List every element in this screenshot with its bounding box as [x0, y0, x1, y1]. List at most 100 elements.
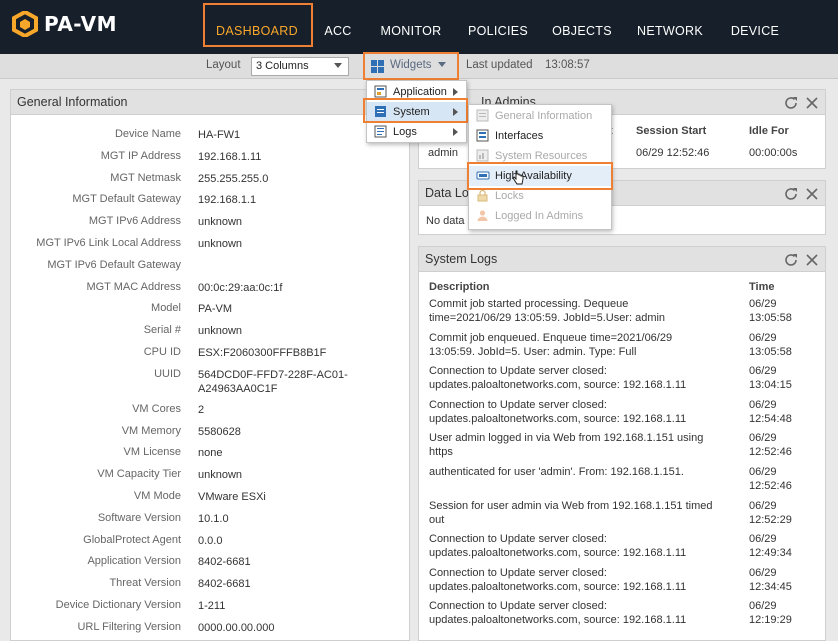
- info-value: unknown: [198, 325, 243, 338]
- log-description: updates.paloaltonetworks.com, source: 19…: [429, 547, 687, 560]
- menu-item-label: System: [393, 106, 430, 118]
- log-date: 06/29: [749, 600, 777, 613]
- menu-item-label: Interfaces: [495, 130, 544, 142]
- refresh-icon[interactable]: [783, 95, 799, 111]
- app-logo[interactable]: PA-VM: [12, 9, 118, 39]
- log-date: 06/29: [749, 566, 777, 579]
- widgets-button[interactable]: Widgets: [366, 56, 456, 77]
- info-row: GlobalProtect Agent 0.0.0: [11, 530, 411, 550]
- tab-device[interactable]: DEVICE: [725, 20, 785, 42]
- info-value: unknown: [198, 238, 243, 250]
- tab-network[interactable]: NETWORK: [633, 20, 707, 42]
- chevron-right-icon: [453, 128, 458, 136]
- submenu-item-locks[interactable]: Locks: [469, 186, 611, 206]
- info-row: MGT IPv6 Link Local Address unknown: [11, 233, 411, 253]
- info-value: 192.168.1.1: [198, 194, 257, 207]
- info-row: Model PA-VM: [11, 298, 411, 318]
- info-label: MGT IPv6 Link Local Address: [36, 237, 181, 249]
- info-value: unknown: [198, 469, 243, 482]
- info-value: 00:0c:29:aa:0c:1f: [198, 281, 283, 294]
- info-value: 10.1.0: [198, 512, 229, 525]
- widgets-menu: Application System Logs: [366, 80, 467, 143]
- refresh-icon[interactable]: [783, 252, 799, 268]
- tab-acc[interactable]: ACC: [318, 20, 358, 42]
- info-row: Threat Version 8402-6681: [11, 573, 411, 593]
- menu-item-system[interactable]: System: [367, 102, 466, 122]
- log-description: time=2021/06/29 13:05:59. JobId=5.User: …: [429, 312, 666, 324]
- log-time: 12:52:46: [749, 446, 792, 459]
- log-description: out: [429, 513, 445, 526]
- log-description: Connection to Update server closed:: [429, 365, 607, 378]
- menu-item-application[interactable]: Application: [367, 82, 466, 102]
- chevron-right-icon: [453, 88, 458, 96]
- log-description: updates.paloaltonetworks.com, source: 19…: [429, 379, 687, 392]
- panel-header: General Information: [11, 90, 409, 115]
- system-icon: [374, 105, 387, 118]
- user-icon: [476, 209, 489, 222]
- info-row: Serial # unknown: [11, 320, 411, 340]
- log-date: 06/29: [749, 398, 777, 411]
- log-time: 13:05:58: [749, 312, 792, 324]
- session-start: 06/29 12:52:46: [636, 147, 710, 159]
- info-row: CPU ID ESX:F2060300FFFB8B1F: [11, 342, 411, 362]
- log-time: 12:19:29: [749, 614, 792, 627]
- submenu-item-interfaces[interactable]: Interfaces: [469, 126, 611, 146]
- info-row: VM Memory 5580628: [11, 421, 411, 441]
- submenu-item-system-resources[interactable]: System Resources: [469, 146, 611, 166]
- general-information-widget: General Information Device Name HA-FW1 MGT…: [10, 89, 410, 641]
- pa-logo-icon: [12, 9, 38, 39]
- info-row: Device Name HA-FW1: [11, 124, 411, 144]
- menu-item-label: High Availability: [495, 170, 572, 182]
- tab-monitor[interactable]: MONITOR: [376, 20, 446, 42]
- info-label: URL Filtering Version: [77, 620, 181, 633]
- menu-item-label: General Information: [495, 110, 593, 122]
- info-value: ESX:F2060300FFFB8B1F: [198, 347, 327, 359]
- top-navigation-bar: PA-VM DASHBOARD ACC MONITOR POLICIES OBJ…: [0, 0, 838, 54]
- layout-select[interactable]: 3 Columns: [251, 57, 349, 76]
- log-date: 06/29: [749, 466, 777, 478]
- submenu-item-general-information[interactable]: General Information: [469, 106, 611, 126]
- system-resources-icon: [476, 149, 489, 162]
- log-description: Commit job started processing. Dequeue: [429, 298, 629, 310]
- info-label: VM Mode: [133, 490, 181, 502]
- app-title: PA-VM: [44, 12, 118, 36]
- menu-item-logs[interactable]: Logs: [367, 122, 466, 142]
- chevron-right-icon: [453, 108, 458, 116]
- system-submenu: General Information Interfaces System Re…: [468, 104, 612, 230]
- menu-item-label: Logged In Admins: [495, 210, 584, 222]
- info-value: 1-211: [198, 600, 226, 612]
- log-description: updates.paloaltonetworks.com, source: 19…: [429, 580, 687, 593]
- info-row: MGT IPv6 Default Gateway: [11, 255, 411, 275]
- submenu-item-high-availability[interactable]: High Availability: [469, 166, 611, 186]
- menu-item-label: Application: [393, 86, 447, 98]
- log-description: updates.paloaltonetworks.com, source: 19…: [429, 412, 687, 425]
- tab-objects[interactable]: OBJECTS: [549, 20, 615, 42]
- log-date: 06/29: [749, 432, 777, 445]
- close-icon[interactable]: [804, 186, 820, 202]
- logs-icon: [374, 125, 387, 138]
- log-description: Connection to Update server closed:: [429, 533, 607, 546]
- widgets-grid-icon: [371, 60, 384, 73]
- tab-policies[interactable]: POLICIES: [465, 20, 531, 42]
- tab-dashboard[interactable]: DASHBOARD: [205, 20, 309, 42]
- hand-cursor-icon: [512, 170, 524, 186]
- system-logs-widget: System Logs Description Time Commit job …: [418, 246, 826, 641]
- log-time: 12:34:45: [749, 580, 792, 593]
- close-icon[interactable]: [804, 252, 820, 268]
- info-row: VM Mode VMware ESXi: [11, 486, 411, 506]
- info-value: 192.168.1.11: [198, 150, 262, 163]
- info-row: VM Cores 2: [11, 399, 411, 419]
- info-label: GlobalProtect Agent: [83, 533, 181, 546]
- refresh-icon[interactable]: [783, 186, 799, 202]
- close-icon[interactable]: [804, 95, 820, 111]
- info-value: unknown: [198, 216, 243, 229]
- info-row: MGT Default Gateway 192.168.1.1: [11, 189, 411, 209]
- log-description: updates.paloaltonetworks.com, source: 19…: [429, 614, 687, 627]
- info-label: Device Dictionary Version: [55, 599, 181, 611]
- application-icon: [374, 85, 387, 98]
- info-row: VM Capacity Tier unknown: [11, 464, 411, 484]
- info-label: MGT Default Gateway: [72, 193, 181, 206]
- info-label: VM Cores: [132, 402, 181, 415]
- submenu-item-logged-in-admins[interactable]: Logged In Admins: [469, 206, 611, 226]
- info-label: MGT IPv6 Address: [88, 215, 181, 228]
